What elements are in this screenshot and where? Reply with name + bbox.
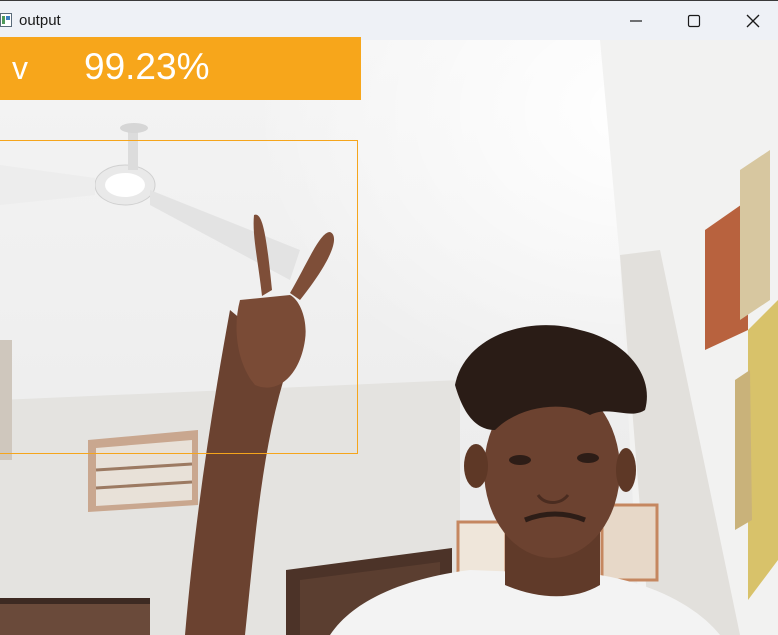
- maximize-icon: [687, 14, 701, 28]
- detection-bounding-box: [0, 140, 358, 454]
- minimize-button[interactable]: [607, 1, 665, 41]
- detection-label: v 99.23%: [0, 37, 361, 100]
- app-window-icon: [0, 13, 12, 27]
- close-icon: [746, 14, 760, 28]
- detection-confidence: 99.23%: [84, 46, 210, 87]
- title-bar[interactable]: output: [0, 0, 778, 40]
- camera-frame: [0, 40, 778, 635]
- minimize-icon: [630, 20, 642, 22]
- output-window: output v 99.23%: [0, 0, 778, 635]
- close-button[interactable]: [724, 1, 778, 41]
- detection-class: v: [12, 50, 28, 86]
- window-title: output: [19, 12, 61, 29]
- maximize-button[interactable]: [665, 1, 723, 41]
